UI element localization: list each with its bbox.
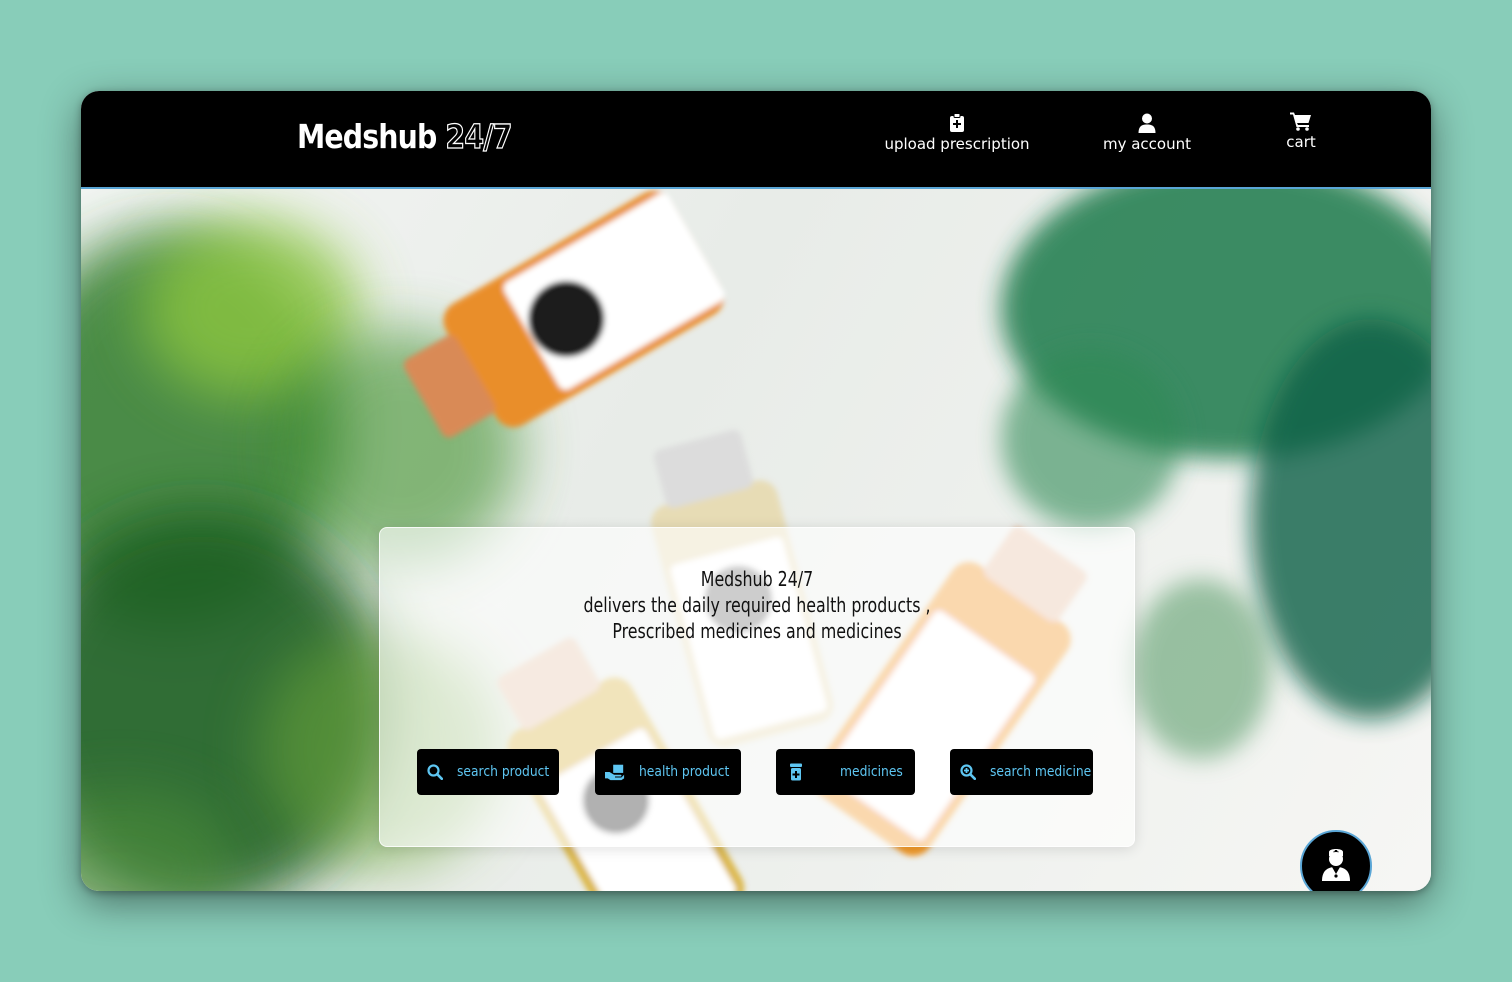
hero-text: Medshub 24/7 delivers the daily required… [380, 566, 1134, 644]
nav-label: cart [1286, 133, 1316, 151]
button-label: health product [639, 764, 730, 780]
medicines-button[interactable]: medicines [776, 749, 915, 795]
cart-icon [1277, 111, 1325, 131]
search-product-button[interactable]: search product [417, 749, 559, 795]
user-icon [1097, 113, 1197, 133]
nav-label: upload prescription [884, 135, 1030, 153]
hero-section: Medshub 24/7 delivers the daily required… [81, 189, 1431, 891]
brand-name: Medshub [297, 117, 437, 156]
nav-cart[interactable]: cart [1277, 111, 1325, 151]
hero-line-1: delivers the daily required health produ… [583, 593, 931, 617]
clipboard-plus-icon [881, 113, 1033, 133]
hero-line-2: Prescribed medicines and medicines [612, 619, 902, 643]
zoom-plus-icon [960, 762, 976, 782]
pill-bottle-icon [786, 762, 806, 782]
hero-title: Medshub 24/7 [700, 567, 814, 591]
search-medicine-button[interactable]: search medicine [950, 749, 1093, 795]
doctor-icon [1320, 847, 1352, 886]
nav-upload-prescription[interactable]: upload prescription [881, 113, 1033, 153]
navbar: Medshub 24/7 upload prescription my acco… [81, 91, 1431, 189]
button-label: search product [457, 764, 550, 780]
button-label: medicines [840, 764, 903, 780]
nav-label: my account [1102, 135, 1191, 153]
hand-box-icon [605, 762, 625, 782]
health-product-button[interactable]: health product [595, 749, 741, 795]
button-label: search medicine [990, 764, 1092, 780]
hero-card: Medshub 24/7 delivers the daily required… [379, 527, 1135, 847]
search-icon [427, 762, 443, 782]
browser-window: Medshub 24/7 upload prescription my acco… [81, 91, 1431, 891]
brand-number: 24/7 [445, 116, 513, 156]
brand-logo[interactable]: Medshub 24/7 [297, 116, 513, 156]
nav-my-account[interactable]: my account [1097, 113, 1197, 153]
